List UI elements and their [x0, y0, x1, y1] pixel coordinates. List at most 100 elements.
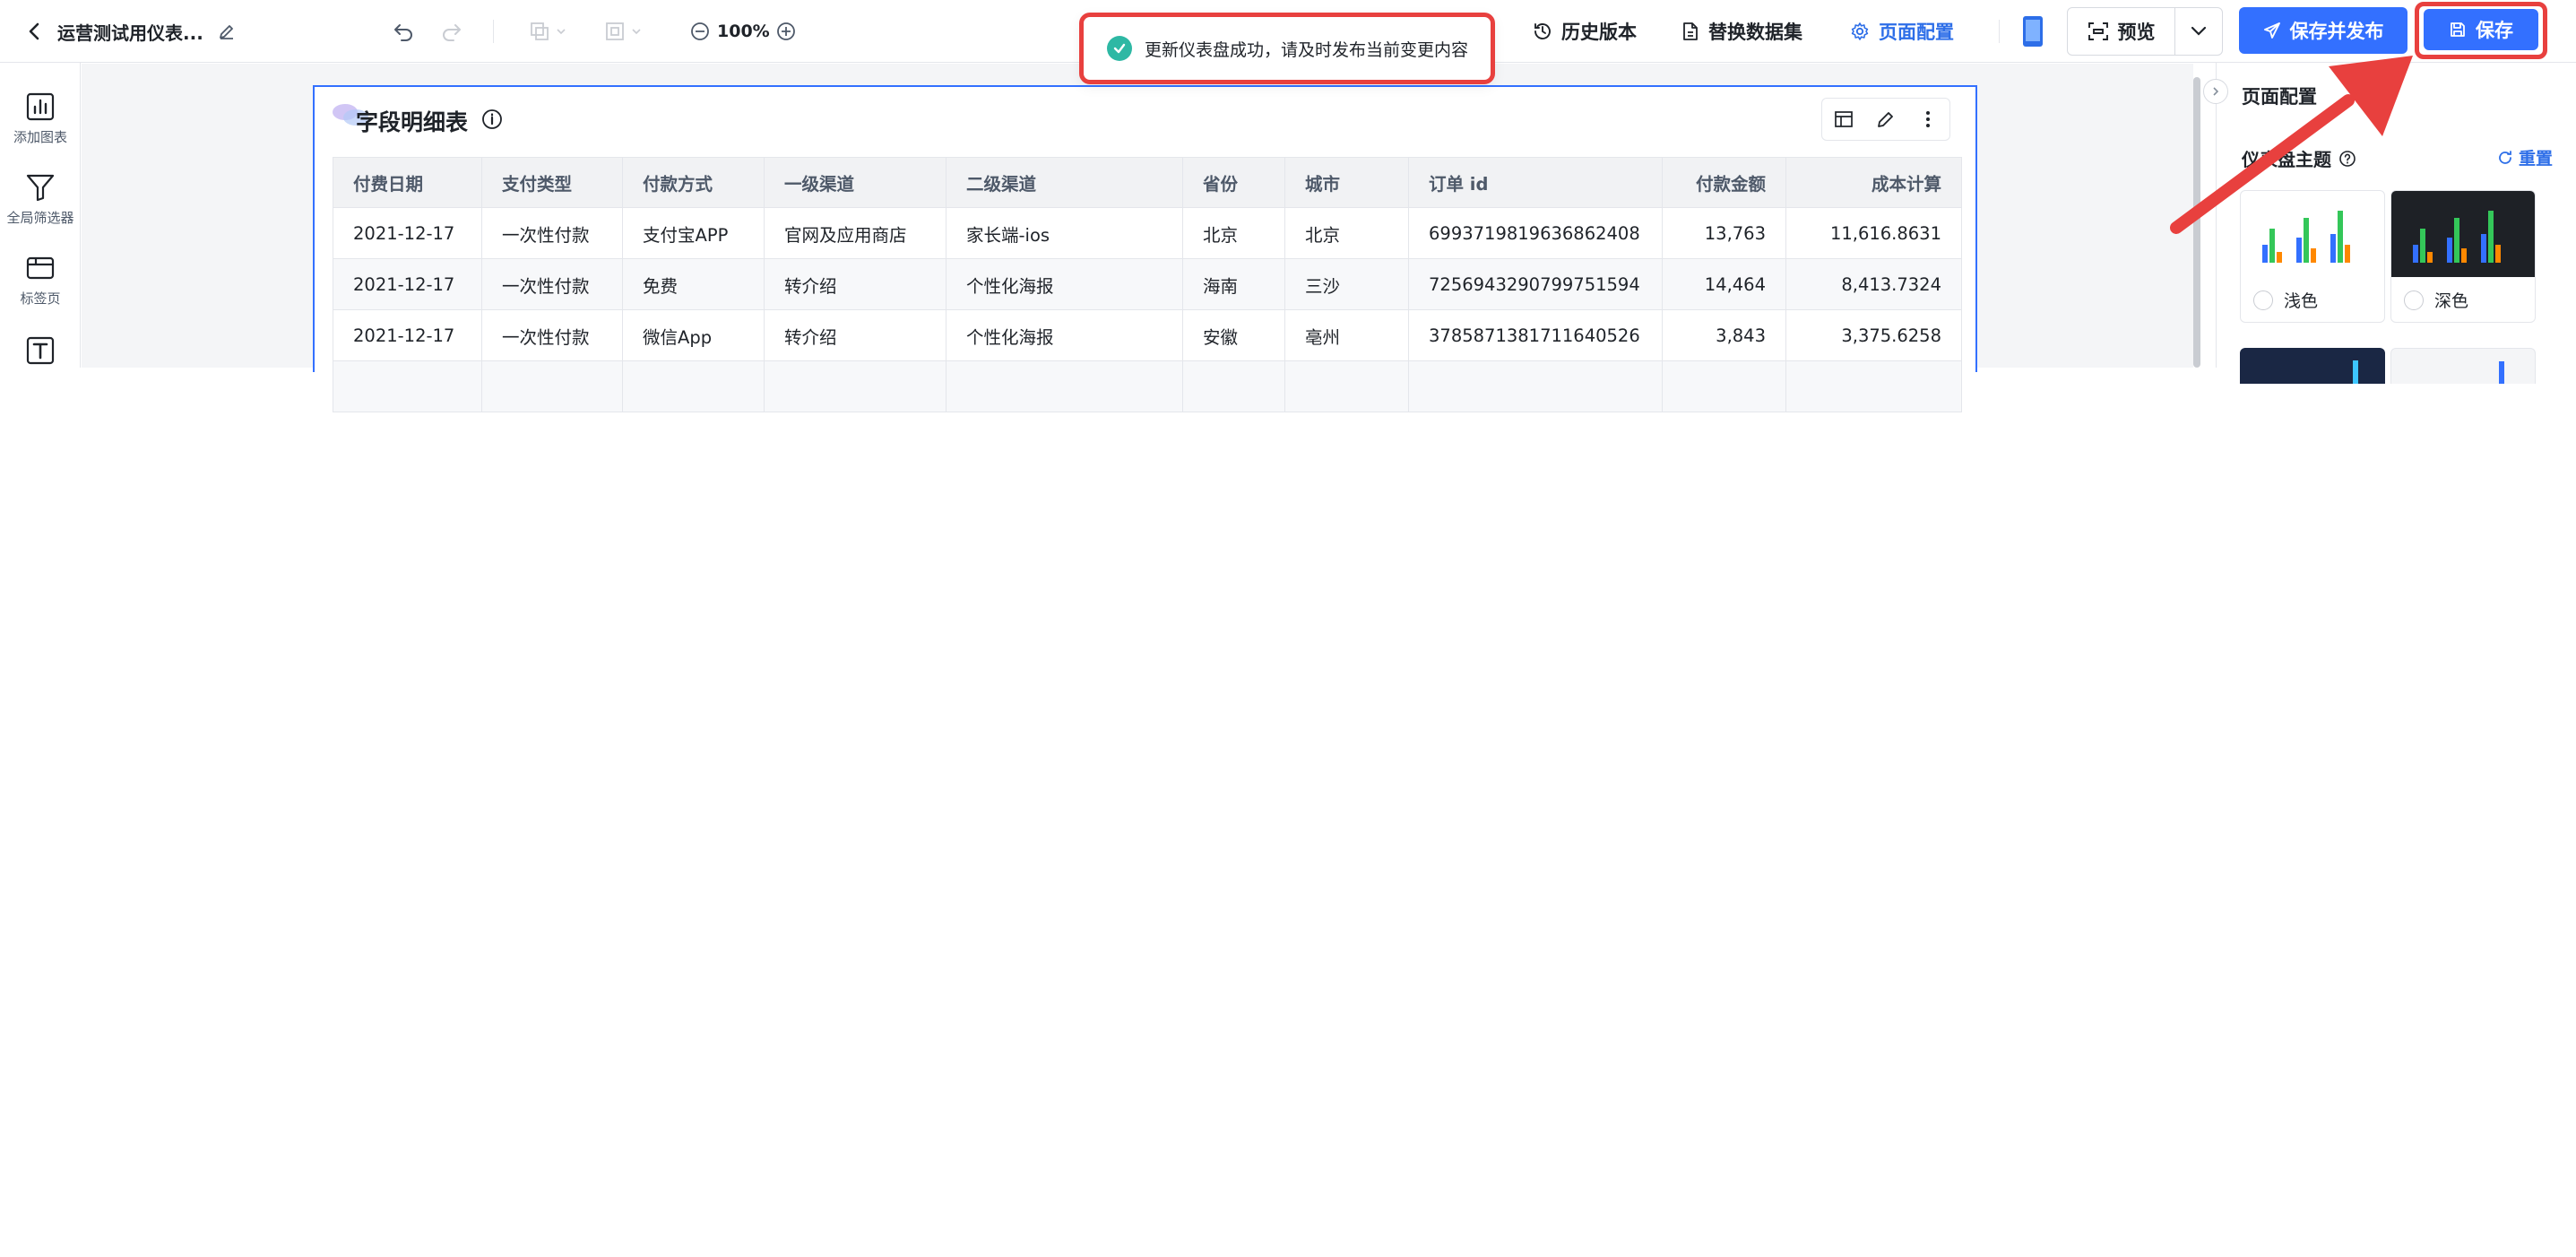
column-header[interactable]: 付费日期	[333, 157, 482, 208]
theme-option-navy[interactable]	[2240, 348, 2385, 384]
theme-preview-chart-icon	[2353, 360, 2358, 384]
radio-unchecked-icon[interactable]	[2404, 290, 2424, 310]
chevron-left-icon	[29, 22, 39, 40]
dashboard-editor: 运营测试用仪表... 100% 历史版本 替换数据集 页面配置 预览 保存并发布…	[0, 0, 2576, 1257]
left-toolbar: 添加图表 全局筛选器 标签页	[0, 63, 81, 368]
annotation-arrow-icon	[2170, 56, 2413, 234]
toolbar-divider	[1999, 20, 2000, 43]
chevron-down-icon	[632, 29, 641, 35]
table-cell: 北京	[1182, 207, 1285, 259]
table-row: 2021-12-17 一次性付款 免费 转介绍 个性化海报 海南 三沙 7256…	[333, 258, 1962, 310]
detail-table: 付费日期 支付类型 付款方式 一级渠道 二级渠道 省份 城市 订单 id 付款金…	[333, 157, 1962, 412]
reset-theme-button[interactable]: 重置	[2497, 145, 2553, 169]
pencil-icon	[220, 25, 233, 39]
column-header[interactable]: 付款金额	[1662, 157, 1786, 208]
layout-dropdown[interactable]	[595, 15, 651, 48]
table-cell: 13,763	[1662, 207, 1786, 259]
table-cell: 3,843	[1662, 309, 1786, 361]
preview-label: 预览	[2117, 22, 2156, 43]
column-header[interactable]: 订单 id	[1408, 157, 1663, 208]
table-cell: 一次性付款	[481, 258, 623, 310]
table-row: 2021-12-17 一次性付款 支付宝APP 官网及应用商店 家长端-ios …	[333, 207, 1962, 259]
table-cell: 2021-12-17	[333, 258, 482, 310]
redo-button[interactable]	[434, 15, 470, 48]
table-cell: 11,616.8631	[1785, 207, 1962, 259]
rail-label: 全局筛选器	[6, 210, 74, 226]
save-icon	[2451, 22, 2465, 37]
toolbar-divider	[493, 20, 494, 43]
gear-icon	[1851, 22, 1869, 40]
dark-theme-option[interactable]: 深色	[2391, 277, 2535, 322]
history-label: 历史版本	[1561, 22, 1637, 43]
column-header[interactable]: 成本计算	[1785, 157, 1962, 208]
chevron-down-icon	[557, 29, 566, 35]
add-text-button[interactable]	[0, 335, 81, 366]
tab-page-button[interactable]: 标签页	[0, 253, 81, 308]
table-cell: 官网及应用商店	[764, 207, 947, 259]
edit-title-button[interactable]	[213, 18, 240, 45]
success-toast: 更新仪表盘成功，请及时发布当前变更内容	[1079, 13, 1495, 84]
table-cell: 免费	[622, 258, 765, 310]
filter-icon	[26, 174, 55, 202]
history-version-button[interactable]: 历史版本	[1533, 14, 1637, 48]
copy-dropdown[interactable]	[520, 15, 575, 48]
info-icon[interactable]	[481, 108, 503, 134]
zoom-in-icon	[777, 22, 795, 40]
check-circle-icon	[1107, 36, 1132, 61]
layout-icon	[606, 22, 624, 40]
table-cell: 一次性付款	[481, 309, 623, 361]
theme-option-gray[interactable]	[2390, 348, 2536, 384]
theme-preview-chart-icon	[2499, 361, 2504, 384]
mobile-view-button[interactable]	[2020, 14, 2045, 48]
tab-icon	[26, 256, 55, 280]
column-header[interactable]: 付款方式	[622, 157, 765, 208]
table-cell: 微信App	[622, 309, 765, 361]
detail-table-card[interactable]: 字段明细表 付费日期 支付类型 付款方式 一级渠道 二级渠道 省份 城市 订单 …	[313, 85, 1977, 412]
mobile-icon	[2023, 16, 2043, 47]
zoom-out-icon	[691, 22, 709, 40]
table-row	[333, 360, 1962, 412]
undo-icon	[394, 24, 412, 41]
column-header[interactable]: 支付类型	[481, 157, 623, 208]
table-cell: 8,413.7324	[1785, 258, 1962, 310]
redo-icon	[443, 24, 461, 41]
column-header[interactable]: 二级渠道	[946, 157, 1183, 208]
column-header[interactable]: 一级渠道	[764, 157, 947, 208]
table-settings-icon[interactable]	[1834, 109, 1854, 129]
table-cell: 个性化海报	[946, 258, 1183, 310]
more-vertical-icon[interactable]	[1918, 109, 1938, 129]
table-cell: 支付宝APP	[622, 207, 765, 259]
column-header[interactable]: 省份	[1182, 157, 1285, 208]
reset-label: 重置	[2518, 149, 2553, 169]
document-icon	[1683, 22, 1698, 40]
page-config-label: 页面配置	[1879, 22, 1954, 43]
pencil-icon[interactable]	[1876, 109, 1896, 129]
card-toolbar	[1821, 98, 1950, 141]
zoom-out-button[interactable]	[687, 15, 713, 48]
replace-dataset-button[interactable]: 替换数据集	[1681, 14, 1802, 48]
card-title: 字段明细表	[356, 109, 469, 135]
preview-button[interactable]: 预览	[2068, 8, 2175, 55]
table-cell: 3785871381711640526	[1408, 309, 1663, 361]
global-filter-button[interactable]: 全局筛选器	[0, 172, 81, 227]
table-cell: 个性化海报	[946, 309, 1183, 361]
light-theme-option[interactable]: 浅色	[2241, 277, 2384, 322]
save-button[interactable]: 保存	[2424, 9, 2538, 50]
table-cell: 6993719819636862408	[1408, 207, 1663, 259]
table-cell: 亳州	[1284, 309, 1409, 361]
theme-name: 深色	[2434, 291, 2469, 311]
table-cell: 转介绍	[764, 309, 947, 361]
table-cell: 三沙	[1284, 258, 1409, 310]
theme-name: 浅色	[2284, 291, 2319, 311]
text-icon	[26, 336, 55, 365]
table-cell: 一次性付款	[481, 207, 623, 259]
undo-button[interactable]	[385, 15, 421, 48]
page-config-button[interactable]: 页面配置	[1850, 14, 1954, 48]
zoom-in-button[interactable]	[773, 15, 800, 48]
radio-unchecked-icon[interactable]	[2253, 290, 2273, 310]
table-row: 2021-12-17 一次性付款 微信App 转介绍 个性化海报 安徽 亳州 3…	[333, 309, 1962, 361]
add-chart-button[interactable]: 添加图表	[0, 91, 81, 146]
column-header[interactable]: 城市	[1284, 157, 1409, 208]
back-button[interactable]	[20, 16, 50, 47]
dashboard-title: 运营测试用仪表...	[57, 22, 203, 44]
